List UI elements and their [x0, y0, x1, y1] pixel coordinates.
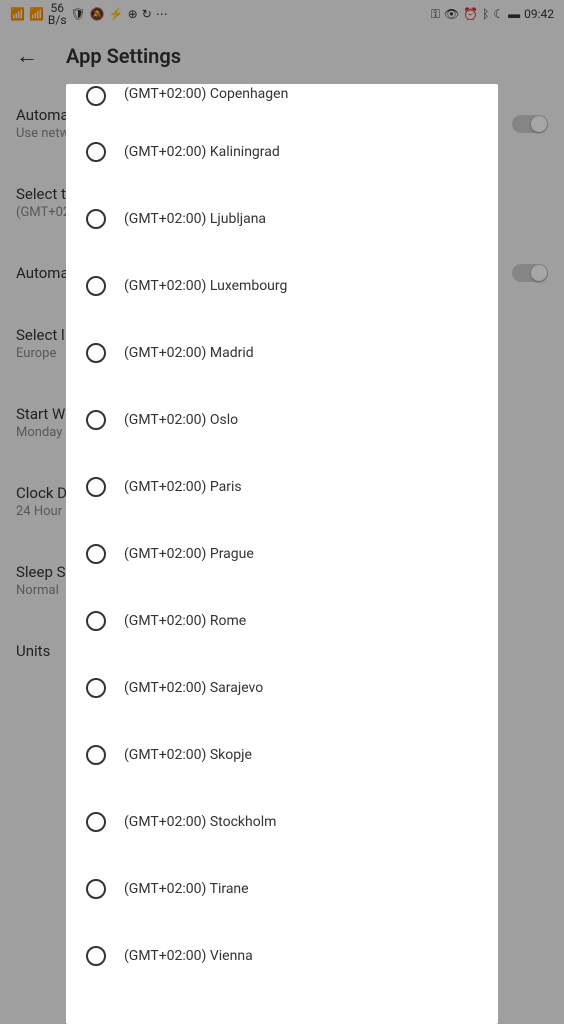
timezone-label: (GMT+02:00) Tirane — [124, 881, 249, 897]
timezone-option[interactable]: (GMT+02:00) Stockholm — [66, 788, 498, 855]
timezone-label: (GMT+02:00) Rome — [124, 613, 246, 629]
timezone-option[interactable]: (GMT+02:00) Vienna — [66, 922, 498, 989]
timezone-option[interactable]: (GMT+02:00) Ljubljana — [66, 185, 498, 252]
radio-icon — [86, 276, 106, 296]
timezone-option[interactable]: (GMT+02:00) Skopje — [66, 721, 498, 788]
timezone-label: (GMT+02:00) Madrid — [124, 345, 254, 361]
timezone-label: (GMT+02:00) Copenhagen — [124, 86, 288, 102]
timezone-option[interactable]: (GMT+02:00) Luxembourg — [66, 252, 498, 319]
timezone-label: (GMT+02:00) Skopje — [124, 747, 252, 763]
timezone-option[interactable]: (GMT+02:00) Prague — [66, 520, 498, 587]
timezone-option[interactable]: (GMT+02:00) Rome — [66, 587, 498, 654]
radio-icon — [86, 544, 106, 564]
timezone-label: (GMT+02:00) Ljubljana — [124, 211, 266, 227]
timezone-label: (GMT+02:00) Stockholm — [124, 814, 276, 830]
timezone-option[interactable]: (GMT+02:00) Kaliningrad — [66, 118, 498, 185]
timezone-label: (GMT+02:00) Prague — [124, 546, 254, 562]
timezone-option[interactable]: (GMT+02:00) Paris — [66, 453, 498, 520]
radio-icon — [86, 142, 106, 162]
timezone-option[interactable]: (GMT+02:00) Madrid — [66, 319, 498, 386]
radio-icon — [86, 946, 106, 966]
radio-icon — [86, 410, 106, 430]
timezone-label: (GMT+02:00) Paris — [124, 479, 242, 495]
timezone-option[interactable]: (GMT+02:00) Oslo — [66, 386, 498, 453]
radio-icon — [86, 879, 106, 899]
radio-icon — [86, 745, 106, 765]
radio-icon — [86, 209, 106, 229]
timezone-option[interactable]: (GMT+02:00) Copenhagen — [66, 84, 498, 118]
timezone-option[interactable]: (GMT+02:00) Sarajevo — [66, 654, 498, 721]
radio-icon — [86, 678, 106, 698]
timezone-label: (GMT+02:00) Luxembourg — [124, 278, 287, 294]
timezone-label: (GMT+02:00) Oslo — [124, 412, 238, 428]
radio-icon — [86, 86, 106, 106]
timezone-label: (GMT+02:00) Kaliningrad — [124, 144, 280, 160]
radio-icon — [86, 477, 106, 497]
radio-icon — [86, 611, 106, 631]
timezone-label: (GMT+02:00) Vienna — [124, 948, 253, 964]
timezone-option[interactable]: (GMT+02:00) Tirane — [66, 855, 498, 922]
timezone-dialog: (GMT+02:00) Copenhagen (GMT+02:00) Kalin… — [66, 84, 498, 1024]
radio-icon — [86, 812, 106, 832]
timezone-label: (GMT+02:00) Sarajevo — [124, 680, 263, 696]
radio-icon — [86, 343, 106, 363]
